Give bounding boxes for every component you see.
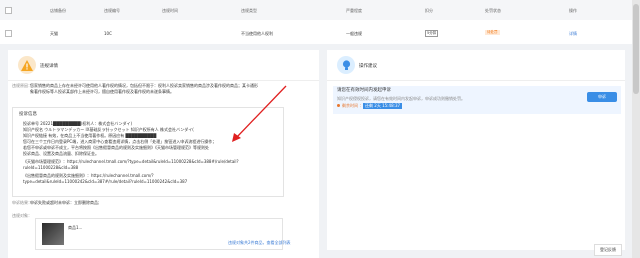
header-status: 处罚状态 [485, 8, 501, 13]
reason-label: 违规原因： [12, 83, 32, 88]
panel-header: 违规详情 [8, 50, 319, 81]
select-all-checkbox[interactable] [5, 7, 12, 14]
notice-title: 请您在有效时间内发起申诉 [337, 88, 391, 93]
row-severity: 一般违规 [346, 31, 362, 36]
header-violation-time: 违规时间 [162, 8, 178, 13]
deadline-label: 剩余时间 ： [342, 103, 364, 108]
panel-title: 操作建议 [359, 64, 377, 69]
deadline-countdown: 还剩 2天 15:48:37 [363, 103, 403, 109]
violation-details-panel: 违规详情 违规原因： 您家销售的商品上存在未经许可使用他人著作权的情况，包括但不… [8, 50, 319, 258]
product-name[interactable]: 商品1... [68, 225, 82, 231]
panel-header: 操作建议 [327, 50, 625, 81]
points-badge: 5分扣 [425, 30, 439, 37]
scrollbar-thumb[interactable] [633, 4, 639, 94]
view-all-products-link[interactable]: 违规对象共2件商品，查看全部列表 [228, 240, 291, 246]
violation-object-label: 违规对象： [12, 213, 32, 218]
rule-link[interactable]: type=detail&ruleId=11000242&cId=387#/rul… [23, 179, 187, 185]
info-label: 投诉信息 [19, 112, 37, 117]
row-shop: 天猫 [50, 31, 58, 36]
clock-icon [337, 104, 340, 107]
product-thumbnail[interactable] [42, 223, 64, 245]
red-arrow-annotation [232, 85, 287, 142]
row-checkbox[interactable] [5, 30, 12, 37]
appeal-notice: 请您在有效时间内发起申诉 知识产权侵权投诉，请您在有效时间内发起申诉，申诉成功则… [333, 86, 621, 114]
reason-line-2: 象著作权标等人投诉某部作上未经许可，擅自使用著作权及著作权的未遂条事情。 [30, 89, 174, 94]
row-violation-type: 不当使用他人权利 [241, 31, 273, 36]
table-header: 店铺备份 违规编号 违规时间 违规类型 严重程度 扣分 处罚状态 操作 [0, 0, 632, 20]
violations-table: 店铺备份 违规编号 违规时间 违规类型 严重程度 扣分 处罚状态 操作 天猫 1… [0, 0, 632, 44]
appeal-result-label: 申诉结果： [12, 200, 32, 205]
header-shop: 店铺备份 [50, 8, 66, 13]
header-action: 操作 [569, 8, 577, 13]
details-link[interactable]: 详情 [569, 31, 577, 37]
status-badge: 待处罚 [485, 30, 500, 35]
panel-title: 违规详情 [40, 64, 58, 69]
header-points: 扣分 [425, 8, 433, 13]
feedback-button[interactable]: 登记反馈 [594, 244, 622, 256]
info-line: 投诉商品、设置及商品流量、扣除保证金。 [23, 151, 99, 156]
violation-object-box: 商品1... 违规对象共2件商品，查看全部列表 [35, 218, 291, 250]
notice-text: 知识产权侵权投诉，请您在有效时间内发起申诉，申诉成功则撤销处罚。 [337, 96, 465, 101]
operation-advice-panel: 操作建议 请您在有效时间内发起申诉 知识产权侵权投诉，请您在有效时间内发起申诉，… [327, 50, 625, 250]
lightbulb-icon [337, 56, 355, 74]
row-violation-id: 10C [104, 31, 112, 36]
header-violation-id: 违规编号 [104, 8, 120, 13]
scrollbar[interactable] [632, 0, 640, 258]
warning-icon [18, 56, 36, 74]
header-severity: 严重程度 [346, 8, 362, 13]
rule-link[interactable]: ruleId=11000228&cId=388 [23, 165, 78, 171]
appeal-result-value: 申诉失败或超时未申诉：立即删除商品; [30, 200, 100, 205]
appeal-button[interactable]: 申诉 [587, 92, 617, 102]
header-violation-type: 违规类型 [241, 8, 257, 13]
